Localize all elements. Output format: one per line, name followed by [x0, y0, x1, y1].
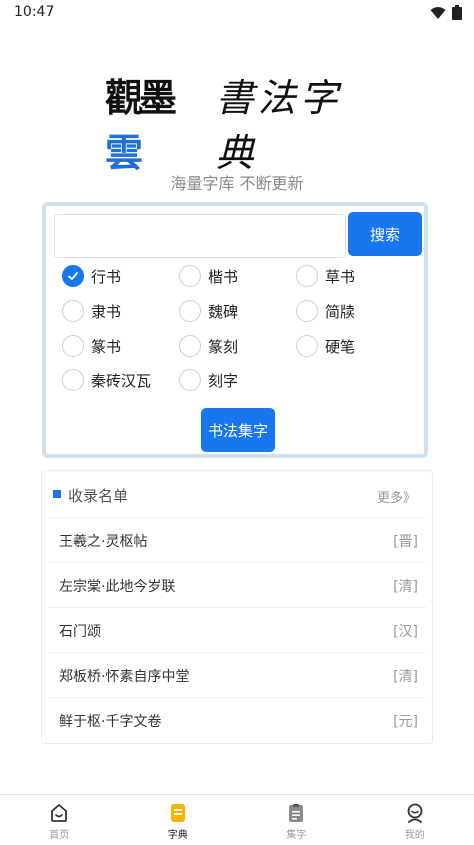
option-1[interactable]: 楷书 [179, 264, 238, 288]
radio-indicator[interactable] [179, 300, 201, 322]
tab-collect[interactable]: 集字 [237, 795, 356, 845]
collection-card: 收录名单 更多》 王羲之·灵枢帖 [晋] 左宗棠·此地今岁联 [清] 石门颂 [… [41, 470, 433, 744]
app-logo: 觀墨雲 書法字典 [105, 98, 375, 146]
list-item[interactable]: 鲜于枢·千字文卷 [元] [48, 697, 426, 742]
radio-indicator[interactable] [62, 300, 84, 322]
dictionary-icon [168, 803, 188, 823]
collection-header: 收录名单 更多》 [42, 471, 432, 517]
radio-indicator[interactable] [296, 300, 318, 322]
option-label: 刻字 [208, 370, 238, 391]
option-4[interactable]: 魏碑 [179, 299, 238, 323]
option-label: 隶书 [91, 301, 121, 322]
search-panel: 搜索 行书 楷书 草书 隶书 魏碑 简牍 篆书 [42, 202, 428, 458]
option-label: 魏碑 [208, 301, 238, 322]
option-label: 行书 [91, 266, 121, 287]
radio-indicator[interactable] [62, 265, 84, 287]
radio-indicator[interactable] [179, 265, 201, 287]
list-item[interactable]: 王羲之·灵枢帖 [晋] [48, 517, 426, 562]
list-item[interactable]: 左宗棠·此地今岁联 [清] [48, 562, 426, 607]
tab-dictionary[interactable]: 字典 [119, 795, 238, 845]
logo-title: 書法字典 [216, 67, 375, 177]
radio-indicator[interactable] [62, 335, 84, 357]
check-icon [67, 270, 79, 282]
option-label: 简牍 [325, 301, 355, 322]
more-link[interactable]: 更多》 [377, 487, 416, 506]
collection-title: 收录名单 [68, 485, 128, 506]
list-item[interactable]: 石门颂 [汉] [48, 607, 426, 652]
radio-indicator[interactable] [296, 265, 318, 287]
status-icons [430, 5, 462, 20]
logo-seal: 觀墨雲 [105, 67, 202, 177]
option-label: 楷书 [208, 266, 238, 287]
option-7[interactable]: 篆刻 [179, 334, 238, 358]
wifi-icon [430, 6, 446, 20]
option-label: 草书 [325, 266, 355, 287]
radio-indicator[interactable] [179, 369, 201, 391]
item-dynasty: [晋] [393, 531, 418, 551]
battery-icon [452, 5, 462, 20]
option-2[interactable]: 草书 [296, 264, 355, 288]
item-name: 鲜于枢·千字文卷 [59, 711, 161, 731]
slogan: 海量字库 不断更新 [0, 170, 474, 194]
search-input[interactable] [54, 214, 346, 258]
status-time: 10:47 [14, 4, 54, 20]
home-icon [49, 803, 69, 823]
item-name: 石门颂 [59, 621, 101, 641]
item-dynasty: [元] [393, 711, 418, 731]
item-dynasty: [汉] [393, 621, 418, 641]
status-bar: 10:47 [0, 0, 474, 26]
option-3[interactable]: 隶书 [62, 299, 121, 323]
tab-label: 字典 [168, 826, 188, 841]
item-name: 王羲之·灵枢帖 [59, 531, 147, 551]
radio-indicator[interactable] [296, 335, 318, 357]
calligraphy-collect-button[interactable]: 书法集字 [201, 408, 275, 452]
option-label: 篆书 [91, 336, 121, 357]
tab-home[interactable]: 首页 [0, 795, 119, 845]
item-dynasty: [清] [393, 666, 418, 686]
radio-indicator[interactable] [179, 335, 201, 357]
profile-icon [405, 803, 425, 823]
tab-label: 集字 [286, 826, 306, 841]
search-button[interactable]: 搜索 [348, 212, 422, 256]
option-10[interactable]: 刻字 [179, 368, 238, 392]
option-0[interactable]: 行书 [62, 264, 121, 288]
tab-label: 我的 [405, 826, 425, 841]
section-marker [53, 490, 61, 498]
option-5[interactable]: 简牍 [296, 299, 355, 323]
tab-label: 首页 [49, 826, 69, 841]
radio-indicator[interactable] [62, 369, 84, 391]
option-label: 硬笔 [325, 336, 355, 357]
tab-profile[interactable]: 我的 [356, 795, 474, 845]
item-dynasty: [清] [393, 576, 418, 596]
option-8[interactable]: 硬笔 [296, 334, 355, 358]
option-6[interactable]: 篆书 [62, 334, 121, 358]
option-label: 秦砖汉瓦 [91, 370, 151, 391]
bottom-tab-bar: 首页 字典 集字 我的 [0, 794, 474, 845]
list-item[interactable]: 郑板桥·怀素自序中堂 [清] [48, 652, 426, 697]
option-label: 篆刻 [208, 336, 238, 357]
option-9[interactable]: 秦砖汉瓦 [62, 368, 151, 392]
clipboard-icon [286, 803, 306, 823]
item-name: 左宗棠·此地今岁联 [59, 576, 175, 596]
item-name: 郑板桥·怀素自序中堂 [59, 666, 189, 686]
